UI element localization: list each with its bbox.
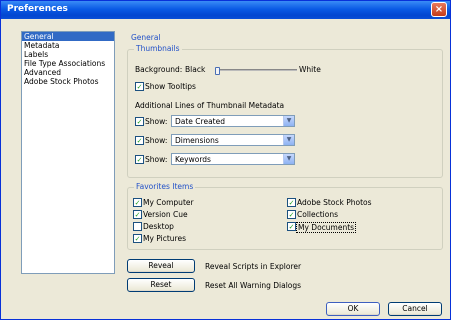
window-title: Preferences: [7, 4, 68, 14]
my-pictures-label[interactable]: My Pictures: [143, 234, 186, 243]
background-slider-thumb[interactable]: [215, 67, 220, 75]
additional-lines-label: Additional Lines of Thumbnail Metadata: [135, 101, 285, 110]
metadata-line-3-value: Keywords: [175, 155, 211, 164]
my-pictures-checkbox[interactable]: ✓: [133, 234, 142, 243]
background-slider[interactable]: [215, 67, 297, 75]
collections-checkbox[interactable]: ✓: [287, 210, 296, 219]
my-computer-checkbox[interactable]: ✓: [133, 198, 142, 207]
chevron-down-icon[interactable]: ▼: [283, 135, 294, 145]
sidebar-item-general[interactable]: General: [22, 32, 114, 41]
show-tooltips-label[interactable]: Show Tooltips: [145, 82, 196, 91]
metadata-line-3-select[interactable]: Keywords ▼: [171, 153, 295, 165]
show-line-1-label[interactable]: Show:: [145, 117, 167, 126]
desktop-label[interactable]: Desktop: [143, 222, 174, 231]
metadata-line-2-select[interactable]: Dimensions ▼: [171, 134, 295, 146]
title-bar[interactable]: Preferences ×: [1, 1, 450, 19]
section-title: General: [131, 33, 161, 42]
show-line-3-checkbox[interactable]: ✓: [135, 155, 144, 164]
reveal-button[interactable]: Reveal: [127, 259, 195, 273]
close-button[interactable]: ×: [431, 2, 447, 17]
sidebar-item-labels[interactable]: Labels: [22, 50, 114, 59]
sidebar-item-advanced[interactable]: Advanced: [22, 68, 114, 77]
thumbnails-group-title: Thumbnails: [134, 44, 182, 53]
cancel-button[interactable]: Cancel: [388, 302, 442, 316]
metadata-line-2-value: Dimensions: [175, 136, 219, 145]
preferences-dialog: Preferences × General Metadata Labels Fi…: [0, 0, 451, 320]
chevron-down-icon[interactable]: ▼: [283, 154, 294, 164]
sidebar-item-metadata[interactable]: Metadata: [22, 41, 114, 50]
show-line-3-label[interactable]: Show:: [145, 155, 167, 164]
ok-button[interactable]: OK: [326, 302, 380, 316]
reveal-description: Reveal Scripts in Explorer: [205, 262, 302, 271]
black-label: Black: [185, 65, 206, 74]
reset-description: Reset All Warning Dialogs: [205, 281, 302, 290]
favorites-group-title: Favorites Items: [134, 182, 196, 191]
show-line-2-label[interactable]: Show:: [145, 136, 167, 145]
collections-label[interactable]: Collections: [297, 210, 338, 219]
adobe-stock-photos-checkbox[interactable]: ✓: [287, 198, 296, 207]
preferences-category-list[interactable]: General Metadata Labels File Type Associ…: [21, 31, 115, 274]
background-label: Background:: [135, 65, 183, 74]
reset-button[interactable]: Reset: [127, 278, 195, 292]
sidebar-item-adobe-stock-photos[interactable]: Adobe Stock Photos: [22, 77, 114, 86]
my-computer-label[interactable]: My Computer: [143, 198, 194, 207]
white-label: White: [299, 65, 321, 74]
general-panel: General Thumbnails Background: Black Whi…: [121, 29, 449, 292]
desktop-checkbox[interactable]: [133, 222, 142, 231]
show-line-1-checkbox[interactable]: ✓: [135, 117, 144, 126]
my-documents-label[interactable]: My Documents: [296, 222, 357, 233]
show-line-2-checkbox[interactable]: ✓: [135, 136, 144, 145]
show-tooltips-checkbox[interactable]: ✓: [135, 82, 144, 91]
version-cue-checkbox[interactable]: ✓: [133, 210, 142, 219]
metadata-line-1-value: Date Created: [175, 117, 225, 126]
adobe-stock-photos-label[interactable]: Adobe Stock Photos: [297, 198, 372, 207]
metadata-line-1-select[interactable]: Date Created ▼: [171, 115, 295, 127]
chevron-down-icon[interactable]: ▼: [283, 116, 294, 126]
sidebar-item-file-type-associations[interactable]: File Type Associations: [22, 59, 114, 68]
my-documents-checkbox[interactable]: ✓: [287, 222, 296, 231]
version-cue-label[interactable]: Version Cue: [143, 210, 188, 219]
